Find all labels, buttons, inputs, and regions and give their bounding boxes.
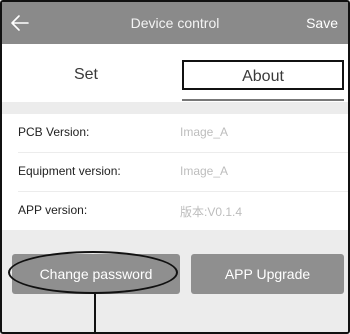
save-button[interactable]: Save [306,15,338,31]
tab-bar: Set About [2,44,348,102]
info-list: PCB Version: Image_A Equipment version: … [2,114,348,230]
highlight-ellipse [8,251,178,294]
page-title: Device control [130,15,220,31]
tab-about[interactable]: About [182,60,344,90]
info-row-app-version: APP version: 版本:V0.1.4 [2,192,348,230]
info-value: Image_A [180,125,229,139]
header-bar: Device control Save [2,2,348,44]
app-upgrade-button[interactable]: APP Upgrade [191,254,344,294]
active-tab-underline [182,99,344,101]
info-label: APP version: [18,203,88,217]
info-row-pcb-version: PCB Version: Image_A [2,114,348,152]
app-frame: Device control Save Set About PCB Versio… [0,0,350,334]
info-label: Equipment version: [18,164,121,178]
info-value: 版本:V0.1.4 [180,205,243,219]
section-gap [2,102,348,114]
info-row-equipment-version: Equipment version: Image_A [2,153,348,191]
info-label: PCB Version: [18,125,90,139]
tab-set[interactable]: Set [4,60,168,90]
info-value: Image_A [180,164,229,178]
callout-line [94,294,96,332]
